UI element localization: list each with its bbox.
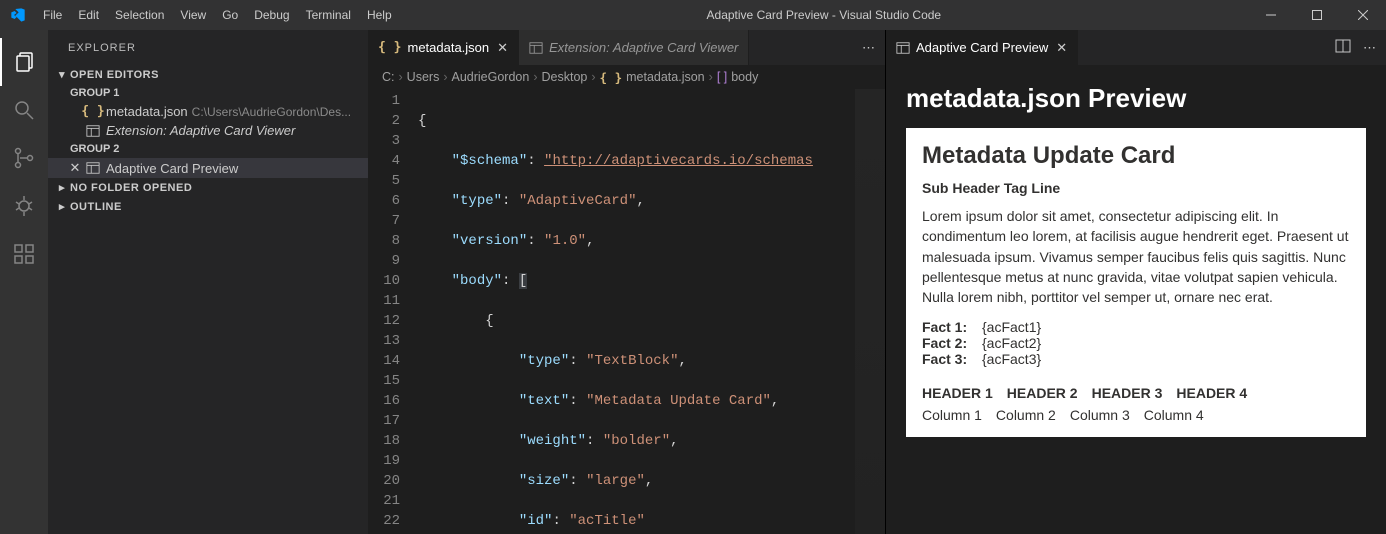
menu-go[interactable]: Go bbox=[214, 8, 246, 22]
json-file-icon: { } bbox=[378, 40, 401, 55]
menu-bar: File Edit Selection View Go Debug Termin… bbox=[35, 8, 400, 22]
tab-preview[interactable]: Adaptive Card Preview ✕ bbox=[886, 30, 1078, 65]
activity-bar bbox=[0, 30, 48, 534]
array-icon: [ ] bbox=[717, 70, 727, 84]
title-bar: File Edit Selection View Go Debug Termin… bbox=[0, 0, 1386, 30]
close-icon[interactable]: ✕ bbox=[1056, 40, 1067, 56]
preview-file-icon bbox=[529, 41, 543, 55]
maximize-button[interactable] bbox=[1294, 0, 1340, 30]
line-numbers: 12345678910111213141516171819202122 bbox=[368, 89, 418, 534]
card-title: Metadata Update Card bbox=[922, 142, 1350, 170]
more-actions-icon[interactable]: ⋯ bbox=[1363, 40, 1376, 56]
minimap[interactable] bbox=[855, 89, 885, 534]
code-editor[interactable]: 12345678910111213141516171819202122 { "$… bbox=[368, 89, 885, 534]
preview-file-icon bbox=[84, 124, 102, 138]
explorer-title: EXPLORER bbox=[48, 30, 368, 65]
menu-view[interactable]: View bbox=[172, 8, 214, 22]
card-subheader: Sub Header Tag Line bbox=[922, 180, 1350, 196]
group-1-label: GROUP 1 bbox=[48, 84, 368, 102]
search-icon[interactable] bbox=[0, 86, 48, 134]
tab-bar: { } metadata.json ✕ Extension: Adaptive … bbox=[368, 30, 885, 65]
editor-group-2: Adaptive Card Preview ✕ ⋯ metadata.json … bbox=[886, 30, 1386, 534]
breadcrumb[interactable]: C:› Users› AudrieGordon› Desktop› { } me… bbox=[368, 65, 885, 89]
preview-panel: metadata.json Preview Metadata Update Ca… bbox=[886, 65, 1386, 534]
menu-file[interactable]: File bbox=[35, 8, 70, 22]
preview-title: metadata.json Preview bbox=[906, 83, 1366, 114]
menu-help[interactable]: Help bbox=[359, 8, 400, 22]
code-content[interactable]: { "$schema": "http://adaptivecards.io/sc… bbox=[418, 89, 855, 534]
editor-group-1: { } metadata.json ✕ Extension: Adaptive … bbox=[368, 30, 886, 534]
explorer-sidebar: EXPLORER ▾ OPEN EDITORS GROUP 1 { } meta… bbox=[48, 30, 368, 534]
open-editor-preview[interactable]: ✕ Adaptive Card Preview bbox=[48, 158, 368, 178]
card-body-text: Lorem ipsum dolor sit amet, consectetur … bbox=[922, 206, 1350, 307]
column-row: Column 1Column 2Column 3Column 4 bbox=[922, 407, 1350, 423]
close-icon[interactable]: ✕ bbox=[66, 160, 84, 176]
chevron-down-icon: ▾ bbox=[54, 68, 70, 81]
menu-debug[interactable]: Debug bbox=[246, 8, 297, 22]
open-editor-extension[interactable]: Extension: Adaptive Card Viewer bbox=[48, 121, 368, 140]
menu-terminal[interactable]: Terminal bbox=[298, 8, 359, 22]
extensions-icon[interactable] bbox=[0, 230, 48, 278]
json-file-icon: { } bbox=[600, 70, 623, 85]
more-actions-icon[interactable]: ⋯ bbox=[862, 40, 875, 56]
preview-file-icon bbox=[896, 41, 910, 55]
outline-section[interactable]: ▸ OUTLINE bbox=[48, 197, 368, 216]
close-icon[interactable]: ✕ bbox=[497, 40, 508, 56]
chevron-right-icon: ▸ bbox=[54, 200, 70, 213]
close-button[interactable] bbox=[1340, 0, 1386, 30]
adaptive-card: Metadata Update Card Sub Header Tag Line… bbox=[906, 128, 1366, 437]
fact-row: Fact 1:{acFact1} bbox=[922, 319, 1350, 335]
source-control-icon[interactable] bbox=[0, 134, 48, 182]
debug-icon[interactable] bbox=[0, 182, 48, 230]
menu-selection[interactable]: Selection bbox=[107, 8, 172, 22]
minimize-button[interactable] bbox=[1248, 0, 1294, 30]
open-editors-section[interactable]: ▾ OPEN EDITORS bbox=[48, 65, 368, 84]
tab-extension[interactable]: Extension: Adaptive Card Viewer bbox=[519, 30, 749, 65]
fact-row: Fact 2:{acFact2} bbox=[922, 335, 1350, 351]
vscode-logo-icon bbox=[0, 7, 35, 23]
column-headers: HEADER 1HEADER 2HEADER 3HEADER 4 bbox=[922, 385, 1350, 401]
fact-set: Fact 1:{acFact1} Fact 2:{acFact2} Fact 3… bbox=[922, 319, 1350, 367]
json-file-icon: { } bbox=[84, 104, 102, 119]
menu-edit[interactable]: Edit bbox=[70, 8, 107, 22]
open-editor-metadata[interactable]: { } metadata.json C:\Users\AudrieGordon\… bbox=[48, 102, 368, 121]
preview-file-icon bbox=[84, 161, 102, 175]
chevron-right-icon: ▸ bbox=[54, 181, 70, 194]
explorer-icon[interactable] bbox=[0, 38, 48, 86]
split-editor-icon[interactable] bbox=[1335, 38, 1351, 57]
tab-metadata[interactable]: { } metadata.json ✕ bbox=[368, 30, 519, 65]
window-title: Adaptive Card Preview - Visual Studio Co… bbox=[400, 8, 1248, 22]
tab-bar: Adaptive Card Preview ✕ ⋯ bbox=[886, 30, 1386, 65]
group-2-label: GROUP 2 bbox=[48, 140, 368, 158]
no-folder-section[interactable]: ▸ NO FOLDER OPENED bbox=[48, 178, 368, 197]
fact-row: Fact 3:{acFact3} bbox=[922, 351, 1350, 367]
